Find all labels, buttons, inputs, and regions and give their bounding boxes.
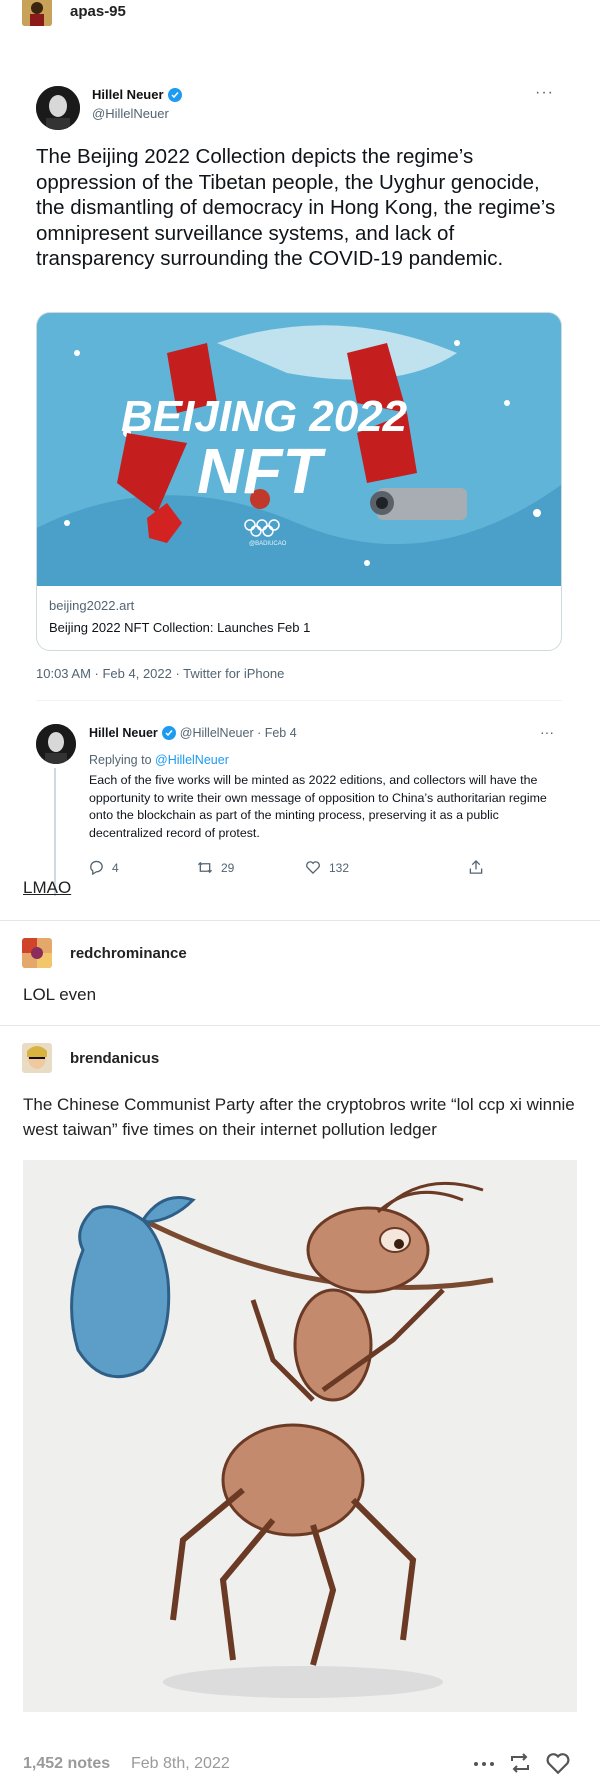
more-options-icon[interactable] — [473, 1755, 495, 1778]
reply-header: Hillel Neuer @HillelNeuer · Feb 4 — [89, 726, 297, 740]
ant-meme-image[interactable] — [23, 1160, 577, 1712]
divider — [0, 1025, 600, 1026]
avatar — [36, 86, 80, 130]
avatar[interactable] — [22, 1043, 52, 1073]
post-text: The Chinese Communist Party after the cr… — [23, 1095, 575, 1139]
promo-subhead: NFT — [197, 435, 326, 507]
more-options-icon: ··· — [535, 84, 554, 101]
reply-text: Each of the five works will be minted as… — [89, 773, 547, 840]
verified-badge-icon — [161, 726, 176, 740]
like-count: 132 — [305, 860, 349, 875]
heart-icon — [306, 861, 320, 875]
post-header-apas: apas-95 — [0, 0, 126, 26]
link-title: Beijing 2022 NFT Collection: Launches Fe… — [49, 620, 311, 635]
more-options-icon: ··· — [540, 724, 554, 740]
link-domain: beijing2022.art — [49, 598, 135, 613]
nft-promo-image: BEIJING 2022 NFT @BADIUCAO — [37, 313, 561, 586]
reblog-icon[interactable] — [508, 1750, 532, 1781]
post-footer: 1,452 notes Feb 8th, 2022 — [23, 1750, 577, 1780]
link-card: BEIJING 2022 NFT @BADIUCAO beijing2022.a… — [36, 312, 562, 651]
avatar — [36, 724, 76, 764]
tweet-author-handle: @HillelNeuer — [92, 106, 169, 121]
divider — [0, 920, 600, 921]
replying-to: Replying to @HillelNeuer — [89, 753, 229, 767]
share-icon — [469, 860, 483, 875]
username[interactable]: apas-95 — [70, 3, 126, 20]
promo-headline: BEIJING 2022 — [121, 392, 408, 441]
verified-badge-icon — [167, 87, 182, 102]
post-header-redchrominance: redchrominance — [0, 938, 187, 968]
tweet-screenshot: Hillel Neuer @HillelNeuer ··· The Beijin… — [0, 40, 600, 896]
tweet-actions: 4 29 132 — [89, 860, 489, 880]
post-header-brendanicus: brendanicus — [0, 1043, 159, 1073]
notes-count[interactable]: 1,452 notes — [23, 1755, 110, 1773]
divider — [36, 700, 562, 701]
tweet-author-name: Hillel Neuer — [92, 87, 182, 102]
username[interactable]: brendanicus — [70, 1050, 159, 1067]
reply-icon — [90, 860, 103, 875]
retweet-count: 29 — [197, 860, 234, 875]
retweet-icon — [197, 861, 213, 874]
reply-comment-link[interactable]: LMAO — [23, 878, 71, 898]
tweet-timestamp: 10:03 AM · Feb 4, 2022 · Twitter for iPh… — [36, 666, 285, 681]
username[interactable]: redchrominance — [70, 945, 187, 962]
avatar[interactable] — [22, 938, 52, 968]
avatar[interactable] — [22, 0, 52, 26]
post-text: LOL even — [23, 985, 97, 1004]
image-credit: @BADIUCAO — [249, 541, 287, 547]
heart-icon[interactable] — [545, 1750, 571, 1781]
thread-line — [54, 768, 56, 896]
post-date[interactable]: Feb 8th, 2022 — [131, 1755, 230, 1773]
reply-count: 4 — [89, 860, 119, 875]
tweet-text: The Beijing 2022 Collection depicts the … — [36, 145, 556, 270]
